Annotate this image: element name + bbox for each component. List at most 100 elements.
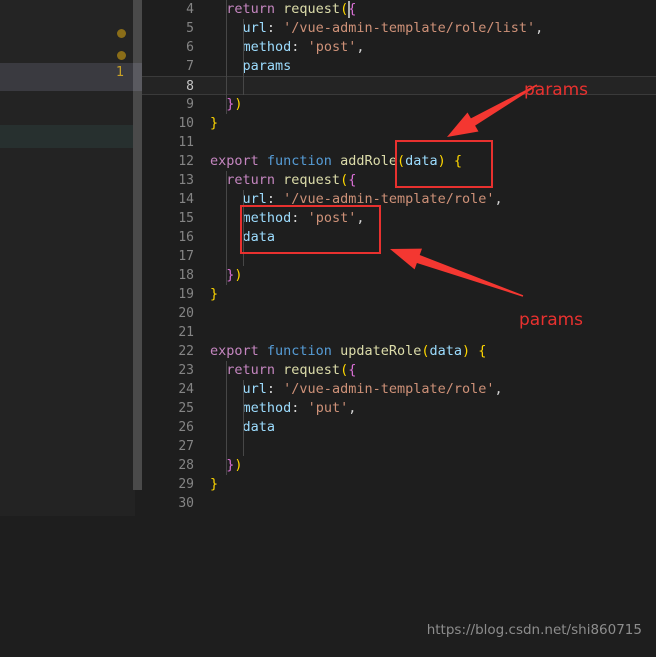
code-line[interactable]: 20 (142, 304, 656, 323)
code-text: } (210, 475, 218, 494)
code-token: request (283, 362, 341, 378)
code-line[interactable]: 30 (142, 494, 656, 513)
code-line[interactable]: 11 (142, 133, 656, 152)
line-number: 8 (186, 79, 194, 94)
code-token: ( (340, 1, 349, 17)
code-text: method: 'post', (210, 38, 365, 57)
line-number: 10 (178, 116, 194, 131)
code-token: request (283, 1, 341, 17)
line-number: 19 (178, 287, 194, 302)
code-token: { (478, 343, 487, 359)
code-token: 'post' (307, 39, 357, 55)
code-line[interactable]: 19} (142, 285, 656, 304)
code-token: , (356, 210, 365, 226)
minimap-marker-dot[interactable] (117, 51, 126, 60)
code-line[interactable]: 8 (142, 76, 656, 95)
code-token: } (210, 115, 219, 131)
code-line[interactable]: 4 return request({ (142, 0, 656, 19)
minimap-scrollbar-thumb[interactable] (133, 63, 142, 91)
minimap-band (0, 0, 135, 63)
code-line[interactable]: 9}) (142, 95, 656, 114)
code-line[interactable]: 27 (142, 437, 656, 456)
code-token: ) (234, 96, 243, 112)
code-token: url (242, 20, 267, 36)
code-token: request (283, 172, 341, 188)
code-token: export (210, 343, 267, 359)
code-token: method (242, 39, 292, 55)
code-line[interactable]: 15 method: 'post', (142, 209, 656, 228)
line-number: 17 (178, 249, 194, 264)
line-number: 7 (186, 59, 194, 74)
indent-guide (242, 190, 244, 266)
code-line[interactable]: 23 return request({ (142, 361, 656, 380)
code-token: data (429, 343, 462, 359)
code-line[interactable]: 7 params (142, 57, 656, 76)
code-text: method: 'post', (210, 209, 365, 228)
code-line[interactable]: 26 data (142, 418, 656, 437)
minimap-marker-dot[interactable] (117, 29, 126, 38)
code-token: data (405, 153, 438, 169)
code-line[interactable]: 14 url: '/vue-admin-template/role', (142, 190, 656, 209)
code-line[interactable]: 12 export function addRole(data) { (142, 152, 656, 171)
code-token: export (210, 153, 267, 169)
minimap-band (0, 91, 135, 126)
indent-guide (226, 361, 228, 475)
code-token: function (266, 343, 341, 359)
code-token: ) (437, 153, 446, 169)
code-line[interactable]: 17 (142, 247, 656, 266)
line-number: 14 (178, 192, 194, 207)
code-token: params (242, 58, 292, 74)
line-number: 16 (178, 230, 194, 245)
code-lines-container[interactable]: 4 return request({5 url: '/vue-admin-templ… (142, 0, 656, 530)
code-line[interactable]: 16 data (142, 228, 656, 247)
code-token: : (291, 400, 308, 416)
line-number: 26 (178, 420, 194, 435)
editor-window: 1 4 return request({5 url: '/vue-admin-tem… (0, 0, 656, 657)
code-line[interactable]: 22 export function updateRole(data) { (142, 342, 656, 361)
code-text: export function updateRole(data) { (210, 342, 486, 361)
code-token: method (242, 400, 292, 416)
code-line[interactable]: 24 url: '/vue-admin-template/role', (142, 380, 656, 399)
code-editor[interactable]: 4 return request({5 url: '/vue-admin-templ… (142, 0, 656, 657)
code-line[interactable]: 25 method: 'put', (142, 399, 656, 418)
code-token: ) (462, 343, 471, 359)
code-line[interactable]: 6 method: 'post', (142, 38, 656, 57)
code-token: 'post' (307, 210, 357, 226)
line-number: 29 (178, 477, 194, 492)
code-line[interactable]: 29} (142, 475, 656, 494)
line-number: 27 (178, 439, 194, 454)
code-token: , (535, 20, 544, 36)
code-token: , (348, 400, 357, 416)
minimap-active-band (0, 63, 135, 91)
code-token: return (226, 362, 284, 378)
code-token: 'put' (307, 400, 349, 416)
code-line[interactable]: 18}) (142, 266, 656, 285)
code-token: return (226, 172, 284, 188)
line-number: 9 (186, 97, 194, 112)
indent-guide (242, 19, 244, 95)
code-line[interactable]: 5 url: '/vue-admin-template/role/list', (142, 19, 656, 38)
line-number: 23 (178, 363, 194, 378)
line-number: 6 (186, 40, 194, 55)
code-text: url: '/vue-admin-template/role/list', (210, 19, 544, 38)
code-token: } (210, 286, 219, 302)
code-line[interactable]: 10} (142, 114, 656, 133)
code-text: url: '/vue-admin-template/role', (210, 190, 503, 209)
indent-guide (226, 0, 228, 114)
code-token: : (266, 191, 284, 207)
indent-guide (226, 171, 228, 285)
code-token: { (453, 153, 463, 169)
code-text: params (210, 57, 292, 76)
line-number: 30 (178, 496, 194, 511)
code-text: url: '/vue-admin-template/role', (210, 380, 503, 399)
minimap-marker-count: 1 (116, 65, 125, 80)
line-number: 4 (186, 2, 194, 17)
code-line[interactable]: 28}) (142, 456, 656, 475)
code-token: ( (340, 172, 349, 188)
minimap-panel[interactable]: 1 (0, 0, 135, 516)
code-line[interactable]: 13 return request({ (142, 171, 656, 190)
line-number: 11 (178, 135, 194, 150)
code-line[interactable]: 21 (142, 323, 656, 342)
code-token: url (242, 191, 267, 207)
